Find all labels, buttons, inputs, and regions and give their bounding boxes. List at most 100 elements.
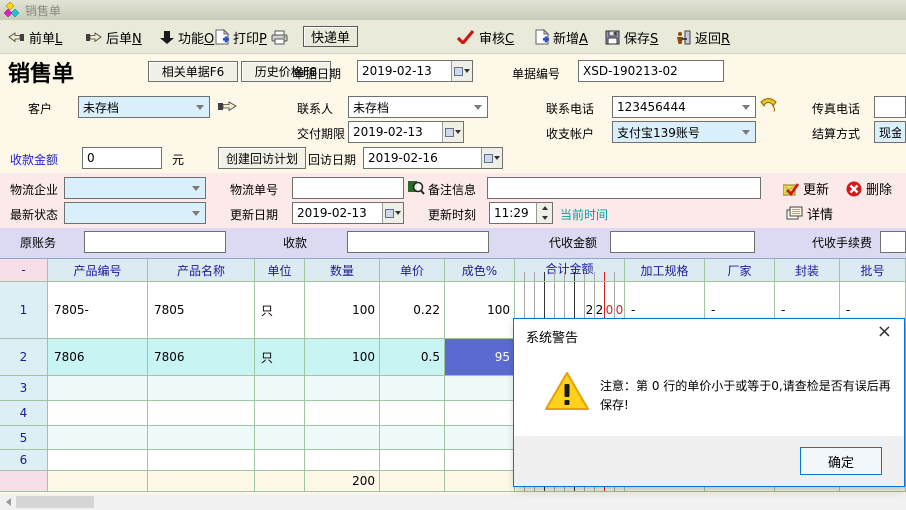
cell-unit[interactable]: [255, 376, 305, 401]
spinner-arrows-icon[interactable]: [536, 203, 552, 223]
origin-account-input[interactable]: [84, 231, 226, 253]
row-number[interactable]: 1: [0, 282, 48, 339]
row-number[interactable]: 4: [0, 401, 48, 426]
cell-code[interactable]: 7806: [48, 339, 148, 376]
cell-name[interactable]: [148, 426, 255, 450]
ok-button[interactable]: 确定: [800, 447, 882, 475]
horizontal-scrollbar[interactable]: [0, 494, 906, 510]
back-button[interactable]: 返回R: [675, 27, 730, 47]
app-icon: [4, 2, 20, 18]
hand-right-icon[interactable]: [217, 99, 237, 113]
phone-combo[interactable]: 123456444: [612, 96, 756, 118]
audit-button[interactable]: 审核C: [457, 27, 514, 47]
cell-purity[interactable]: [445, 376, 515, 401]
cell-price[interactable]: 0.5: [380, 339, 445, 376]
note-input[interactable]: [487, 177, 761, 199]
row-number[interactable]: 5: [0, 426, 48, 450]
collect-amount-input[interactable]: [610, 231, 755, 253]
contact-combo[interactable]: 未存档: [348, 96, 488, 118]
cell-name[interactable]: [148, 376, 255, 401]
cell-name[interactable]: 7805: [148, 282, 255, 339]
receipt-input[interactable]: [347, 231, 489, 253]
update-button[interactable]: 更新: [783, 179, 829, 198]
cell-code[interactable]: 7805-: [48, 282, 148, 339]
cell-price[interactable]: [380, 401, 445, 426]
phone-icon[interactable]: [759, 95, 778, 112]
dialog-message: 注意：第 0 行的单价小于或等于0,请查检是否有误后再保存!: [600, 377, 896, 415]
cell-qty[interactable]: 100: [305, 339, 380, 376]
cell-purity[interactable]: [445, 450, 515, 471]
settle-method-label: 结算方式: [812, 125, 860, 142]
current-time-link[interactable]: 当前时间: [560, 206, 608, 223]
update-date-field[interactable]: 2019-02-13: [292, 202, 404, 224]
tracking-no-input[interactable]: [292, 177, 404, 199]
save-button[interactable]: 保存S: [605, 27, 658, 47]
calendar-dropdown-icon[interactable]: [451, 61, 472, 81]
customer-combo[interactable]: 未存档: [78, 96, 210, 118]
cell-unit[interactable]: [255, 426, 305, 450]
cell-price[interactable]: [380, 426, 445, 450]
received-amount-label: 收款金额: [10, 151, 58, 168]
add-new-button[interactable]: 新增A: [535, 27, 588, 47]
cell-purity[interactable]: [445, 426, 515, 450]
row-number[interactable]: 3: [0, 376, 48, 401]
scroll-left-icon[interactable]: [0, 494, 16, 510]
create-visit-plan-button[interactable]: 创建回访计划: [218, 147, 306, 169]
cell-name[interactable]: 7806: [148, 339, 255, 376]
cell-unit[interactable]: [255, 450, 305, 471]
row-number[interactable]: 2: [0, 339, 48, 376]
prev-order-button[interactable]: 前单L: [8, 27, 62, 47]
cell-code[interactable]: [48, 401, 148, 426]
logistics-company-combo[interactable]: [64, 177, 206, 199]
scrollbar-thumb[interactable]: [16, 496, 94, 508]
row-number[interactable]: 6: [0, 450, 48, 471]
functions-button[interactable]: 功能O: [160, 27, 214, 47]
fax-input[interactable]: [874, 96, 906, 118]
search-icon[interactable]: [408, 179, 425, 195]
cell-unit[interactable]: [255, 401, 305, 426]
close-icon[interactable]: ×: [877, 323, 892, 341]
calendar-dropdown-icon[interactable]: [442, 122, 463, 142]
cell-price[interactable]: [380, 376, 445, 401]
account-combo[interactable]: 支付宝139账号: [612, 121, 756, 143]
delivery-date-field[interactable]: 2019-02-13: [348, 121, 464, 143]
doc-no-input[interactable]: [578, 60, 724, 82]
selected-cell-purity[interactable]: 95: [445, 339, 515, 376]
cell-qty[interactable]: [305, 426, 380, 450]
update-time-spinner[interactable]: 11:29: [489, 202, 553, 224]
column-header: 合计金额: [515, 259, 625, 282]
cell-price[interactable]: [380, 450, 445, 471]
related-docs-button[interactable]: 相关单据F6: [148, 61, 238, 82]
latest-status-combo[interactable]: [64, 202, 206, 224]
calendar-dropdown-icon[interactable]: [382, 203, 403, 223]
yuan-label: 元: [172, 151, 184, 168]
column-header: 单价: [380, 259, 445, 282]
cell-qty[interactable]: [305, 376, 380, 401]
cell-qty[interactable]: [305, 450, 380, 471]
cell-code[interactable]: [48, 450, 148, 471]
cell-price[interactable]: 0.22: [380, 282, 445, 339]
note-label: 备注信息: [428, 181, 476, 198]
express-order-button[interactable]: 快递单: [303, 26, 358, 47]
print-button[interactable]: 打印P: [215, 27, 288, 47]
cell-purity[interactable]: [445, 401, 515, 426]
calendar-dropdown-icon[interactable]: [481, 148, 502, 168]
cell-unit[interactable]: 只: [255, 282, 305, 339]
cell-unit[interactable]: 只: [255, 339, 305, 376]
visit-date-field[interactable]: 2019-02-16: [363, 147, 503, 169]
cell-code[interactable]: [48, 376, 148, 401]
next-order-button[interactable]: 后单N: [85, 27, 142, 47]
cell-name[interactable]: [148, 401, 255, 426]
cell-name[interactable]: [148, 450, 255, 471]
delete-button[interactable]: 删除: [846, 179, 892, 198]
received-amount-input[interactable]: [82, 147, 162, 169]
toolbar: 前单L 后单N 功能O 打印P 快递单 审核C 新增A 保存S 返回R: [0, 20, 906, 54]
cell-purity[interactable]: 100: [445, 282, 515, 339]
doc-date-field[interactable]: 2019-02-13: [357, 60, 473, 82]
detail-button[interactable]: 详情: [786, 204, 833, 223]
cell-qty[interactable]: 100: [305, 282, 380, 339]
cell-code[interactable]: [48, 426, 148, 450]
cell-qty[interactable]: [305, 401, 380, 426]
collect-fee-input[interactable]: [880, 231, 906, 253]
settle-method-input[interactable]: [874, 121, 906, 143]
